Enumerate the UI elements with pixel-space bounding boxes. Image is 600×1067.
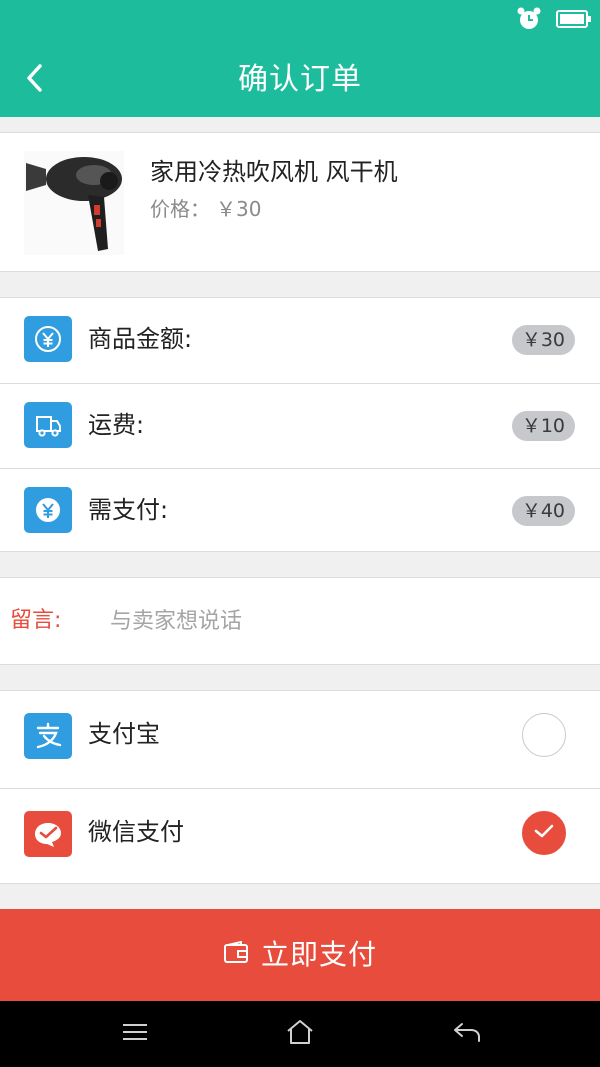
message-label: 留言: (10, 608, 62, 633)
message-input[interactable] (110, 600, 570, 642)
alarm-icon (516, 6, 542, 36)
product-image (24, 151, 124, 255)
subtotal-label: 商品金额: (88, 325, 193, 353)
alipay-label: 支付宝 (88, 720, 160, 748)
shipping-label: 运费: (88, 411, 145, 439)
product-price: 价格： ￥30 (150, 195, 261, 223)
total-label: 需支付: (88, 496, 169, 524)
home-icon (285, 1019, 315, 1049)
status-bar (516, 6, 592, 36)
system-nav-bar (0, 1001, 600, 1067)
alipay-icon (24, 713, 72, 759)
yuan-circle-icon (24, 316, 72, 362)
checkmark-icon (533, 823, 555, 843)
yuan-drop-icon (24, 487, 72, 533)
wechat-pay-label: 微信支付 (88, 818, 184, 846)
shipping-value: ￥10 (511, 411, 575, 441)
back-arrow-icon (452, 1020, 482, 1048)
wechat-pay-icon (24, 811, 72, 857)
alipay-radio[interactable] (522, 713, 566, 757)
payment-option-alipay[interactable]: 支付宝 (0, 691, 600, 787)
home-button[interactable] (280, 1017, 320, 1051)
message-section: 留言: (0, 577, 600, 665)
menu-button[interactable] (115, 1017, 155, 1051)
app-header: 确认订单 (0, 0, 600, 117)
product-card[interactable]: 家用冷热吹风机 风干机 价格： ￥30 (0, 132, 600, 272)
wechat-pay-radio[interactable] (522, 811, 566, 855)
amount-summary: 商品金额: ￥30 运费: ￥10 需支付: ￥40 (0, 297, 600, 552)
pay-now-button[interactable]: 立即支付 (0, 909, 600, 1001)
wallet-icon (223, 940, 249, 969)
product-name: 家用冷热吹风机 风干机 (150, 158, 398, 186)
subtotal-value: ￥30 (511, 325, 575, 355)
price-value: ￥30 (216, 197, 262, 221)
payment-option-wechat[interactable]: 微信支付 (0, 788, 600, 884)
total-row: 需支付: ￥40 (0, 468, 600, 553)
pay-now-label: 立即支付 (260, 938, 377, 971)
battery-icon (556, 9, 592, 33)
shipping-row: 运费: ￥10 (0, 383, 600, 468)
price-label: 价格： (150, 197, 210, 221)
page-title: 确认订单 (238, 62, 362, 97)
system-back-button[interactable] (447, 1017, 487, 1051)
title-bar: 确认订单 (0, 40, 600, 117)
truck-icon (24, 402, 72, 448)
payment-methods: 支付宝 微信支付 (0, 690, 600, 884)
menu-icon (121, 1022, 149, 1046)
subtotal-row: 商品金额: ￥30 (0, 298, 600, 383)
total-value: ￥40 (511, 496, 575, 526)
